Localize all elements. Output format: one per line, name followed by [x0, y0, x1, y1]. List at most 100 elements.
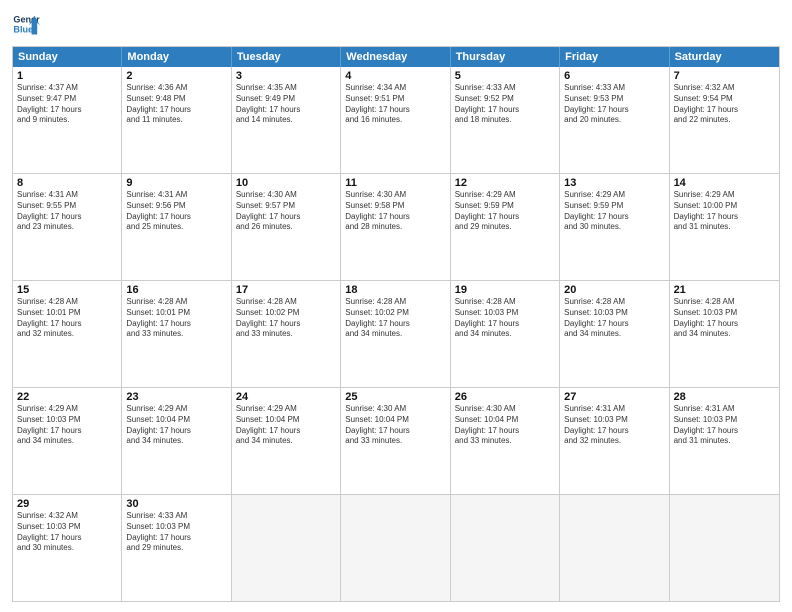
day-of-week-thursday: Thursday [451, 47, 560, 67]
cal-cell: 26Sunrise: 4:30 AM Sunset: 10:04 PM Dayl… [451, 388, 560, 494]
day-number: 23 [126, 391, 226, 403]
cal-cell: 3Sunrise: 4:35 AM Sunset: 9:49 PM Daylig… [232, 67, 341, 173]
cal-cell: 8Sunrise: 4:31 AM Sunset: 9:55 PM Daylig… [13, 174, 122, 280]
cal-cell: 15Sunrise: 4:28 AM Sunset: 10:01 PM Dayl… [13, 281, 122, 387]
cal-cell: 19Sunrise: 4:28 AM Sunset: 10:03 PM Dayl… [451, 281, 560, 387]
logo: General Blue [12, 10, 40, 38]
day-info: Sunrise: 4:28 AM Sunset: 10:01 PM Daylig… [17, 297, 117, 340]
day-of-week-monday: Monday [122, 47, 231, 67]
day-of-week-friday: Friday [560, 47, 669, 67]
cal-cell: 13Sunrise: 4:29 AM Sunset: 9:59 PM Dayli… [560, 174, 669, 280]
day-info: Sunrise: 4:28 AM Sunset: 10:02 PM Daylig… [345, 297, 445, 340]
day-number: 15 [17, 284, 117, 296]
day-info: Sunrise: 4:31 AM Sunset: 10:03 PM Daylig… [674, 404, 775, 447]
day-info: Sunrise: 4:28 AM Sunset: 10:03 PM Daylig… [674, 297, 775, 340]
calendar-header: SundayMondayTuesdayWednesdayThursdayFrid… [13, 47, 779, 67]
day-number: 9 [126, 177, 226, 189]
day-info: Sunrise: 4:33 AM Sunset: 9:52 PM Dayligh… [455, 83, 555, 126]
cal-cell: 27Sunrise: 4:31 AM Sunset: 10:03 PM Dayl… [560, 388, 669, 494]
cal-cell: 28Sunrise: 4:31 AM Sunset: 10:03 PM Dayl… [670, 388, 779, 494]
calendar-body: 1Sunrise: 4:37 AM Sunset: 9:47 PM Daylig… [13, 67, 779, 601]
day-number: 28 [674, 391, 775, 403]
cal-cell: 29Sunrise: 4:32 AM Sunset: 10:03 PM Dayl… [13, 495, 122, 601]
day-of-week-saturday: Saturday [670, 47, 779, 67]
day-number: 1 [17, 70, 117, 82]
day-info: Sunrise: 4:30 AM Sunset: 9:57 PM Dayligh… [236, 190, 336, 233]
day-number: 24 [236, 391, 336, 403]
day-number: 22 [17, 391, 117, 403]
cal-cell: 18Sunrise: 4:28 AM Sunset: 10:02 PM Dayl… [341, 281, 450, 387]
header: General Blue [12, 10, 780, 38]
day-number: 21 [674, 284, 775, 296]
day-info: Sunrise: 4:31 AM Sunset: 10:03 PM Daylig… [564, 404, 664, 447]
day-number: 3 [236, 70, 336, 82]
cal-cell [670, 495, 779, 601]
week-row-2: 8Sunrise: 4:31 AM Sunset: 9:55 PM Daylig… [13, 173, 779, 280]
cal-cell: 14Sunrise: 4:29 AM Sunset: 10:00 PM Dayl… [670, 174, 779, 280]
day-info: Sunrise: 4:29 AM Sunset: 10:04 PM Daylig… [236, 404, 336, 447]
calendar: SundayMondayTuesdayWednesdayThursdayFrid… [12, 46, 780, 602]
cal-cell: 2Sunrise: 4:36 AM Sunset: 9:48 PM Daylig… [122, 67, 231, 173]
cal-cell: 23Sunrise: 4:29 AM Sunset: 10:04 PM Dayl… [122, 388, 231, 494]
day-info: Sunrise: 4:31 AM Sunset: 9:55 PM Dayligh… [17, 190, 117, 233]
day-number: 10 [236, 177, 336, 189]
page: General Blue SundayMondayTuesdayWednesda… [0, 0, 792, 612]
day-number: 17 [236, 284, 336, 296]
cal-cell: 1Sunrise: 4:37 AM Sunset: 9:47 PM Daylig… [13, 67, 122, 173]
day-number: 30 [126, 498, 226, 510]
day-number: 13 [564, 177, 664, 189]
cal-cell: 21Sunrise: 4:28 AM Sunset: 10:03 PM Dayl… [670, 281, 779, 387]
day-info: Sunrise: 4:29 AM Sunset: 10:00 PM Daylig… [674, 190, 775, 233]
week-row-5: 29Sunrise: 4:32 AM Sunset: 10:03 PM Dayl… [13, 494, 779, 601]
day-info: Sunrise: 4:33 AM Sunset: 10:03 PM Daylig… [126, 511, 226, 554]
day-number: 7 [674, 70, 775, 82]
day-of-week-sunday: Sunday [13, 47, 122, 67]
day-info: Sunrise: 4:32 AM Sunset: 9:54 PM Dayligh… [674, 83, 775, 126]
day-number: 29 [17, 498, 117, 510]
day-info: Sunrise: 4:31 AM Sunset: 9:56 PM Dayligh… [126, 190, 226, 233]
day-info: Sunrise: 4:28 AM Sunset: 10:03 PM Daylig… [564, 297, 664, 340]
day-info: Sunrise: 4:28 AM Sunset: 10:02 PM Daylig… [236, 297, 336, 340]
cal-cell: 4Sunrise: 4:34 AM Sunset: 9:51 PM Daylig… [341, 67, 450, 173]
day-info: Sunrise: 4:32 AM Sunset: 10:03 PM Daylig… [17, 511, 117, 554]
day-number: 8 [17, 177, 117, 189]
day-number: 18 [345, 284, 445, 296]
cal-cell [451, 495, 560, 601]
day-number: 11 [345, 177, 445, 189]
week-row-1: 1Sunrise: 4:37 AM Sunset: 9:47 PM Daylig… [13, 67, 779, 173]
day-number: 27 [564, 391, 664, 403]
day-info: Sunrise: 4:28 AM Sunset: 10:03 PM Daylig… [455, 297, 555, 340]
cal-cell: 6Sunrise: 4:33 AM Sunset: 9:53 PM Daylig… [560, 67, 669, 173]
day-info: Sunrise: 4:35 AM Sunset: 9:49 PM Dayligh… [236, 83, 336, 126]
day-info: Sunrise: 4:29 AM Sunset: 10:03 PM Daylig… [17, 404, 117, 447]
day-info: Sunrise: 4:37 AM Sunset: 9:47 PM Dayligh… [17, 83, 117, 126]
cal-cell: 20Sunrise: 4:28 AM Sunset: 10:03 PM Dayl… [560, 281, 669, 387]
cal-cell [341, 495, 450, 601]
day-number: 14 [674, 177, 775, 189]
cal-cell: 25Sunrise: 4:30 AM Sunset: 10:04 PM Dayl… [341, 388, 450, 494]
cal-cell: 12Sunrise: 4:29 AM Sunset: 9:59 PM Dayli… [451, 174, 560, 280]
week-row-3: 15Sunrise: 4:28 AM Sunset: 10:01 PM Dayl… [13, 280, 779, 387]
day-number: 2 [126, 70, 226, 82]
logo-icon: General Blue [12, 10, 40, 38]
day-number: 5 [455, 70, 555, 82]
svg-text:Blue: Blue [13, 24, 33, 34]
day-info: Sunrise: 4:30 AM Sunset: 10:04 PM Daylig… [455, 404, 555, 447]
cal-cell: 16Sunrise: 4:28 AM Sunset: 10:01 PM Dayl… [122, 281, 231, 387]
day-number: 26 [455, 391, 555, 403]
cal-cell [232, 495, 341, 601]
day-info: Sunrise: 4:30 AM Sunset: 9:58 PM Dayligh… [345, 190, 445, 233]
day-number: 6 [564, 70, 664, 82]
cal-cell: 17Sunrise: 4:28 AM Sunset: 10:02 PM Dayl… [232, 281, 341, 387]
day-info: Sunrise: 4:29 AM Sunset: 9:59 PM Dayligh… [455, 190, 555, 233]
cal-cell: 30Sunrise: 4:33 AM Sunset: 10:03 PM Dayl… [122, 495, 231, 601]
cal-cell: 10Sunrise: 4:30 AM Sunset: 9:57 PM Dayli… [232, 174, 341, 280]
cal-cell: 9Sunrise: 4:31 AM Sunset: 9:56 PM Daylig… [122, 174, 231, 280]
day-info: Sunrise: 4:36 AM Sunset: 9:48 PM Dayligh… [126, 83, 226, 126]
day-number: 16 [126, 284, 226, 296]
cal-cell [560, 495, 669, 601]
day-number: 12 [455, 177, 555, 189]
day-number: 19 [455, 284, 555, 296]
day-number: 4 [345, 70, 445, 82]
day-info: Sunrise: 4:30 AM Sunset: 10:04 PM Daylig… [345, 404, 445, 447]
